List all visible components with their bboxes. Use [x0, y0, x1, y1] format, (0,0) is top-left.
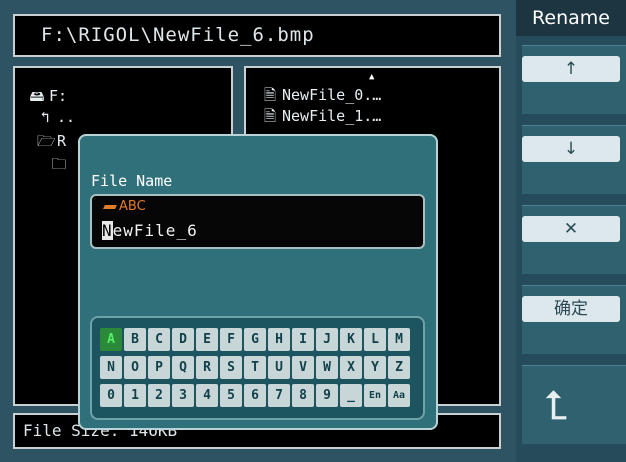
key-v[interactable]: V [292, 356, 314, 379]
key-g[interactable]: G [244, 328, 266, 351]
key-b[interactable]: B [124, 328, 146, 351]
open-folder-icon: 🗁 [37, 132, 56, 150]
scroll-up-indicator-icon[interactable]: ▲ [369, 72, 374, 82]
confirm-label: 确定 [522, 296, 620, 322]
key-aa[interactable]: Aa [388, 384, 410, 407]
key-2[interactable]: 2 [148, 384, 170, 407]
key-a[interactable]: A [100, 328, 122, 351]
up-arrow-icon: ↑ [522, 56, 620, 82]
key-3[interactable]: 3 [172, 384, 194, 407]
menu-title: Rename [516, 0, 626, 36]
key-q[interactable]: Q [172, 356, 194, 379]
key-1[interactable]: 1 [124, 384, 146, 407]
key-h[interactable]: H [268, 328, 290, 351]
softkey-menu: Rename ↑ ↓ ✕ 确定 ⮤ [516, 0, 626, 462]
delete-char-button[interactable]: ✕ [522, 205, 626, 274]
key-j[interactable]: J [316, 328, 338, 351]
key-c[interactable]: C [148, 328, 170, 351]
delete-icon: ✕ [522, 216, 620, 242]
file-icon: 🗎 [263, 107, 277, 125]
key-d[interactable]: D [172, 328, 194, 351]
key-n[interactable]: N [100, 356, 122, 379]
key-w[interactable]: W [316, 356, 338, 379]
key-m[interactable]: M [388, 328, 410, 351]
tree-item-subfolder[interactable]: 🗀 [51, 154, 71, 179]
text-cursor: N [102, 221, 113, 240]
file-path-display: F:\RIGOL\NewFile_6.bmp [13, 14, 501, 57]
move-up-button[interactable]: ↑ [522, 45, 626, 114]
key-_[interactable]: _ [340, 384, 362, 407]
file-name-dialog: File Name ABC NewFile_6 ABCDEFGHIJKLMNOP… [78, 134, 438, 430]
dialog-title: File Name [91, 172, 173, 190]
key-4[interactable]: 4 [196, 384, 218, 407]
file-name-value: NewFile_6 [102, 221, 198, 240]
key-x[interactable]: X [340, 356, 362, 379]
key-e[interactable]: E [196, 328, 218, 351]
keyboard-keys: A B C D E F G H I J K L M N O P Q R S T U V W X Y Z 0 1 2 3 4 5 6 7 8 9 _ En A… [100, 328, 410, 407]
key-en[interactable]: En [364, 384, 386, 407]
key-6[interactable]: 6 [244, 384, 266, 407]
tree-item-parent[interactable]: ↰.. [37, 108, 75, 126]
input-mode-indicator: ABC [103, 199, 146, 214]
key-z[interactable]: Z [388, 356, 410, 379]
oscilloscope-screen: F:\RIGOL\NewFile_6.bmp 🖴 F: ↰.. 🗁R 🗀 🗎 New… [0, 0, 516, 462]
file-item-label: NewFile_1.… [282, 107, 382, 125]
input-mode-label: ABC [119, 199, 146, 214]
return-arrow-icon: ⮤ [544, 383, 568, 429]
file-item[interactable]: 🗎 NewFile_1.… [262, 106, 381, 131]
down-arrow-icon: ↓ [522, 136, 620, 162]
move-down-button[interactable]: ↓ [522, 125, 626, 194]
key-5[interactable]: 5 [220, 384, 242, 407]
key-s[interactable]: S [220, 356, 242, 379]
key-r[interactable]: R [196, 356, 218, 379]
file-name-text: ewFile_6 [112, 221, 198, 240]
key-8[interactable]: 8 [292, 384, 314, 407]
folder-icon: 🗀 [51, 155, 67, 173]
key-9[interactable]: 9 [316, 384, 338, 407]
key-p[interactable]: P [148, 356, 170, 379]
key-k[interactable]: K [340, 328, 362, 351]
tree-item-label: .. [57, 108, 76, 126]
key-f[interactable]: F [220, 328, 242, 351]
tree-item-label: F: [49, 87, 68, 105]
confirm-button[interactable]: 确定 [522, 285, 626, 354]
key-7[interactable]: 7 [268, 384, 290, 407]
pen-icon [103, 204, 117, 209]
key-i[interactable]: I [292, 328, 314, 351]
tree-item-rigol[interactable]: 🗁R [37, 131, 66, 156]
virtual-keyboard: A B C D E F G H I J K L M N O P Q R S T U V W X Y Z 0 1 2 3 4 5 6 7 8 9 _ En A… [90, 316, 425, 420]
tree-item-label: R [57, 132, 67, 150]
key-y[interactable]: Y [364, 356, 386, 379]
back-button[interactable]: ⮤ [522, 365, 626, 444]
key-0[interactable]: 0 [100, 384, 122, 407]
key-u[interactable]: U [268, 356, 290, 379]
key-o[interactable]: O [124, 356, 146, 379]
key-t[interactable]: T [244, 356, 266, 379]
parent-folder-icon: ↰ [40, 108, 50, 126]
file-name-input[interactable]: ABC NewFile_6 [90, 194, 425, 249]
file-item-label: NewFile_0.… [282, 86, 382, 104]
key-l[interactable]: L [364, 328, 386, 351]
